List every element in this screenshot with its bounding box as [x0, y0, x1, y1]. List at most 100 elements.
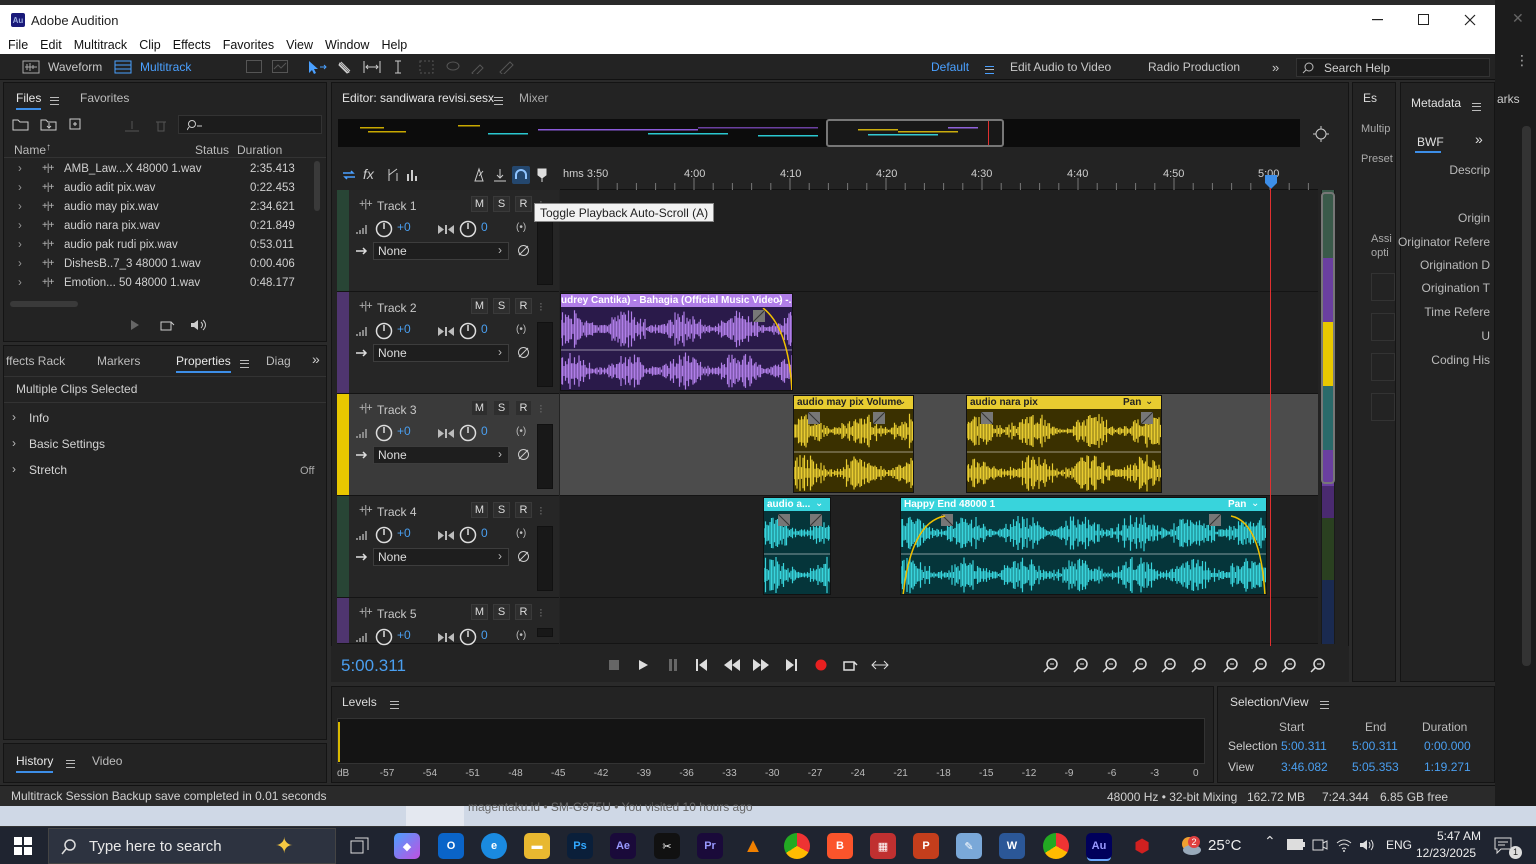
- track-header-3[interactable]: +|+ Track 3 M S R ⁝ +0 0 (•) None ›: [337, 394, 559, 496]
- import-file-icon[interactable]: [40, 117, 58, 131]
- outlook-icon[interactable]: O: [438, 833, 464, 859]
- menu-clip[interactable]: Clip: [135, 38, 165, 52]
- slip-tool-icon[interactable]: [362, 59, 382, 75]
- track-name[interactable]: Track 4: [377, 505, 417, 519]
- audition-taskbar-icon[interactable]: Au: [1086, 833, 1112, 859]
- snap-icon[interactable]: [492, 167, 508, 183]
- maximize-button[interactable]: [1401, 5, 1447, 35]
- monitor-input-icon[interactable]: ⁝: [539, 606, 543, 620]
- windows-start-icon[interactable]: [14, 837, 32, 855]
- skip-selection-button[interactable]: [870, 656, 890, 674]
- pause-button[interactable]: [663, 656, 683, 674]
- properties-menu-icon[interactable]: [234, 356, 249, 370]
- input-select[interactable]: None ›: [373, 242, 509, 260]
- weather-icon[interactable]: 2: [1178, 834, 1202, 858]
- menu-window[interactable]: Window: [321, 38, 373, 52]
- clip-menu-chevron-icon[interactable]: ⌄: [1145, 396, 1153, 407]
- loop-preview-icon[interactable]: [159, 318, 175, 332]
- clip-audio-may[interactable]: audio may pix Volume ⌄: [793, 395, 914, 493]
- monitor-input-icon[interactable]: ⁝: [539, 504, 543, 518]
- autoplay-speaker-icon[interactable]: [188, 318, 210, 332]
- menu-edit[interactable]: Edit: [36, 38, 66, 52]
- selection-view-title[interactable]: Selection/View: [1230, 695, 1309, 709]
- effects-fx-icon[interactable]: fx: [363, 166, 374, 182]
- pan-value[interactable]: 0: [481, 220, 488, 234]
- solo-button[interactable]: S: [493, 298, 510, 314]
- volume-value[interactable]: +0: [397, 628, 411, 642]
- menu-effects[interactable]: Effects: [169, 38, 215, 52]
- fast-forward-button[interactable]: [751, 656, 771, 674]
- track-3-lane[interactable]: [560, 394, 1318, 496]
- selection-end[interactable]: 5:00.311: [1352, 739, 1398, 753]
- play-button[interactable]: [633, 656, 653, 674]
- file-row[interactable]: › +|+ audio may pix.wav 2:34.621: [10, 198, 316, 217]
- expand-chevron-icon[interactable]: ›: [18, 277, 22, 289]
- mute-button[interactable]: M: [471, 400, 488, 416]
- expand-chevron-icon[interactable]: ›: [18, 239, 22, 251]
- more-workspaces-icon[interactable]: »: [1272, 60, 1279, 75]
- play-preview-icon[interactable]: [130, 319, 140, 331]
- editor-tab[interactable]: Editor: sandiwara revisi.sesx: [342, 91, 494, 105]
- levels-menu-icon[interactable]: [384, 697, 399, 711]
- selection-start[interactable]: 5:00.311: [1281, 739, 1327, 753]
- track-name[interactable]: Track 5: [377, 607, 417, 621]
- track-drag-icon[interactable]: +|+: [359, 504, 373, 516]
- insert-into-session-icon[interactable]: [124, 119, 140, 132]
- track-header-2[interactable]: +|+ Track 2 M S R ⁝ +0 0 (•) None ›: [337, 292, 559, 394]
- stereo-icon[interactable]: (•): [516, 528, 526, 539]
- volume-value[interactable]: +0: [397, 526, 411, 540]
- solo-button[interactable]: S: [493, 604, 510, 620]
- track-header-1[interactable]: +|+Track 1MSR⁝+00(•)None›: [337, 190, 559, 292]
- expand-chevron-icon[interactable]: ›: [18, 163, 22, 175]
- pan-knob-icon[interactable]: [459, 424, 477, 442]
- wifi-icon[interactable]: [1335, 837, 1353, 853]
- clip-bahagia[interactable]: udrey Cantika) - Bahagia (Official Music…: [560, 293, 793, 391]
- file-row[interactable]: › +|+ audio nara pix.wav 0:21.849: [10, 217, 316, 236]
- zoom-full-icon[interactable]: [1312, 125, 1330, 143]
- security-app-icon[interactable]: ⬢: [1129, 833, 1155, 859]
- menu-help[interactable]: Help: [377, 38, 411, 52]
- meet-now-icon[interactable]: [1312, 837, 1328, 853]
- tab-properties[interactable]: Properties: [176, 354, 231, 373]
- view-end[interactable]: 5:05.353: [1352, 760, 1399, 774]
- photoshop-icon[interactable]: Ps: [567, 833, 593, 859]
- clip-happy-end[interactable]: Happy End 48000 1 Pan ⌄: [900, 497, 1267, 595]
- multitrack-view-button[interactable]: Multitrack: [114, 57, 191, 77]
- markers-tab-partial[interactable]: arks: [1497, 92, 1520, 106]
- track-name[interactable]: Track 1: [377, 199, 417, 213]
- volume-icon[interactable]: [1358, 837, 1376, 853]
- arm-record-button[interactable]: R: [515, 298, 532, 314]
- spot-healing-tool-icon[interactable]: [498, 60, 514, 74]
- phase-invert-icon[interactable]: [517, 244, 530, 257]
- fade-out-handle-icon[interactable]: [1139, 410, 1155, 426]
- tab-mixer[interactable]: Mixer: [519, 91, 548, 105]
- input-select[interactable]: None ›: [373, 446, 509, 464]
- show-hidden-icons-chevron[interactable]: ⌃: [1264, 833, 1276, 850]
- tab-markers[interactable]: Markers: [97, 354, 140, 368]
- zoom-to-selection-button[interactable]: [1250, 656, 1270, 674]
- fade-in-handle-icon[interactable]: [806, 410, 822, 426]
- track-color-overview[interactable]: [1321, 190, 1335, 644]
- move-tool-icon[interactable]: [307, 59, 327, 75]
- tab-bwf[interactable]: BWF: [1417, 135, 1444, 149]
- property-section[interactable]: › Info: [4, 408, 326, 430]
- solo-button[interactable]: S: [493, 196, 510, 212]
- monitor-input-icon[interactable]: ⁝: [539, 402, 543, 416]
- powerpoint-icon[interactable]: P: [913, 833, 939, 859]
- minimize-button[interactable]: [1355, 5, 1401, 35]
- clip-menu-chevron-icon[interactable]: ⌄: [1251, 498, 1259, 509]
- capcut-icon[interactable]: ✂: [654, 833, 680, 859]
- fade-in-handle-icon[interactable]: [979, 410, 995, 426]
- track-header-5[interactable]: +|+ Track 5 M S R ⁝ +0 0 (•): [337, 598, 559, 646]
- mute-button[interactable]: M: [471, 502, 488, 518]
- time-ruler[interactable]: hms 3:50 4:00 4:10 4:20 4:30 4:40 4:50 5…: [560, 164, 1318, 190]
- tab-history[interactable]: History: [16, 754, 54, 773]
- more-metadata-tabs-icon[interactable]: »: [1475, 131, 1483, 147]
- record-button[interactable]: [811, 656, 831, 674]
- volume-value[interactable]: +0: [397, 424, 411, 438]
- menu-file[interactable]: File: [4, 38, 32, 52]
- premiere-pro-icon[interactable]: Pr: [697, 833, 723, 859]
- property-section[interactable]: › Stretch Off: [4, 460, 326, 482]
- mute-button[interactable]: M: [471, 196, 488, 212]
- track-drag-icon[interactable]: +|+: [359, 300, 373, 312]
